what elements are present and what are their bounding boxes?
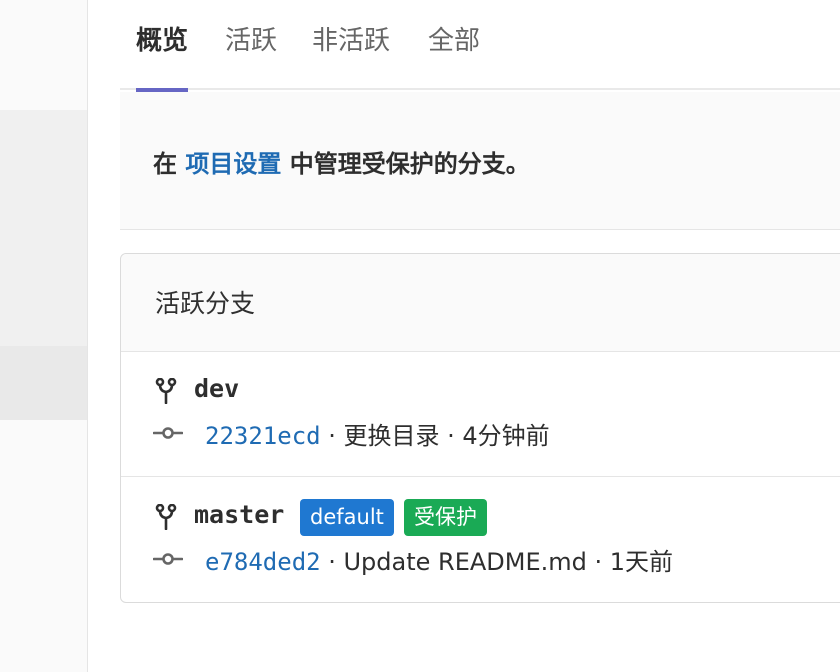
commit-icon [153, 427, 183, 439]
default-badge: default [300, 499, 394, 536]
info-banner: 在 项目设置 中管理受保护的分支。 [120, 92, 840, 230]
project-settings-link[interactable]: 项目设置 [185, 150, 281, 178]
banner-suffix: 中管理受保护的分支。 [281, 150, 530, 178]
commit-info: e784ded2 · Update README.md · 1天前 [205, 542, 673, 577]
tab-all[interactable]: 全部 [428, 0, 480, 90]
branch-row: master default 受保护 e784ded2 · Update REA… [121, 478, 840, 603]
sidebar-section [0, 110, 87, 346]
commit-sha-link[interactable]: 22321ecd [205, 422, 321, 450]
commit-icon [153, 553, 183, 565]
commit-info: 22321ecd · 更换目录 · 4分钟前 [205, 416, 550, 451]
separator: · [439, 422, 463, 450]
commit-sha-link[interactable]: e784ded2 [205, 548, 321, 576]
commit-time: 4分钟前 [462, 422, 550, 450]
branch-icon [155, 378, 177, 404]
sidebar [0, 0, 88, 672]
branch-name[interactable]: master [194, 500, 284, 529]
banner-prefix: 在 [153, 150, 186, 178]
branch-name[interactable]: dev [194, 374, 239, 403]
branch-tabs: 概览 活跃 非活跃 全部 [120, 0, 840, 92]
tab-stale[interactable]: 非活跃 [312, 0, 390, 90]
separator: · [586, 548, 610, 576]
tab-overview[interactable]: 概览 [136, 0, 189, 92]
banner-text: 在 项目设置 中管理受保护的分支。 [153, 144, 530, 179]
branch-row: dev 22321ecd · 更换目录 · 4分钟前 [121, 352, 840, 477]
card-header: 活跃分支 [121, 254, 840, 352]
separator: · [320, 422, 344, 450]
branch-icon [155, 504, 177, 530]
tab-active[interactable]: 活跃 [225, 0, 277, 90]
separator: · [320, 548, 344, 576]
commit-time: 1天前 [609, 548, 674, 576]
active-branches-card: 活跃分支 dev 22321ecd · 更换目录 · 4分钟前 master d… [120, 253, 840, 603]
commit-message: Update README.md [343, 548, 587, 576]
card-title: 活跃分支 [155, 289, 256, 318]
commit-message: 更换目录 [343, 422, 440, 450]
protected-badge: 受保护 [404, 499, 487, 536]
sidebar-item-active[interactable] [0, 346, 87, 420]
